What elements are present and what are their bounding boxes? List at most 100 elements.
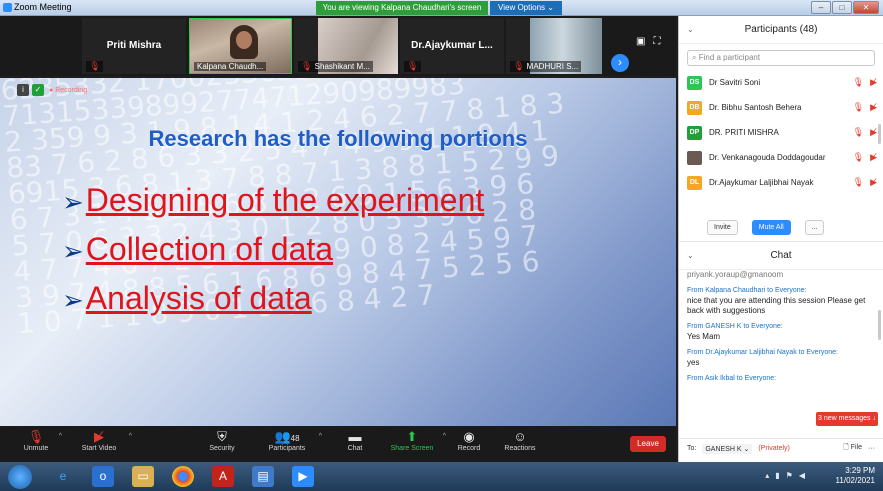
recording-label: ● Recording (49, 86, 88, 94)
participant-name: Dr. Bibhu Santosh Behera (709, 103, 802, 112)
participants-button[interactable]: 👥48 Participants ^ (262, 429, 322, 452)
video-off-icon: ▶̸ (870, 77, 877, 87)
participant-list: DS Dr Savitri Soni 🎙 ▶̸ DB Dr. Bibhu Sant… (679, 70, 883, 212)
chevron-up-icon: ^ (442, 433, 446, 440)
security-button[interactable]: ⛨ Security (202, 429, 242, 452)
minimize-button[interactable]: – (811, 1, 831, 14)
zoom-taskbar-icon[interactable]: ▶ (292, 466, 314, 487)
bullet-arrow-icon: ➢ (62, 236, 84, 266)
unmute-button[interactable]: 🎙 Unmute ^ (20, 429, 62, 452)
folder-icon[interactable]: ▭ (132, 466, 154, 487)
muted-mic-icon: 🎙 (27, 429, 45, 444)
participants-header: ⌄ Participants (48) (679, 16, 883, 44)
chevron-down-icon[interactable]: ⌄ (687, 16, 694, 44)
message-text: yes (687, 358, 700, 367)
muted-mic-icon: 🎙 (852, 77, 865, 87)
tile-name: Dr.Ajaykumar L... (411, 40, 493, 51)
recipient-dropdown[interactable]: GANESH K ⌄ (702, 443, 753, 454)
participant-search-input[interactable]: ⌕ Find a participant (687, 50, 875, 66)
muted-mic-icon: 🎙 (89, 61, 101, 71)
video-tile-active-speaker[interactable]: Kalpana Chaudh... (189, 18, 292, 74)
bullet-arrow-icon: ➢ (62, 285, 84, 315)
video-tile[interactable]: 🎙 MADHURI S... (506, 18, 602, 74)
close-button[interactable]: ✕ (853, 1, 879, 14)
participant-row[interactable]: DP DR. PRITI MISHRA 🎙 ▶̸ (679, 120, 883, 145)
next-page-arrow-icon[interactable]: › (611, 54, 629, 72)
avatar (687, 150, 702, 165)
participant-name: Dr. Venkanagouda Doddagoudar (709, 153, 826, 162)
video-strip: Priti Mishra 🎙 Kalpana Chaudh... 🎙 Shash… (0, 16, 676, 76)
chat-title: Chat (770, 250, 792, 261)
video-off-icon: ▶̸ (870, 127, 877, 137)
file-button[interactable]: 🗋 File (843, 443, 862, 454)
zoom-window: Zoom Meeting You are viewing Kalpana Cha… (0, 0, 883, 491)
layout-icons[interactable]: ▣⛶ (636, 36, 668, 47)
chat-messages: priyank.yoraup@gmanoom From Kalpana Chau… (679, 270, 883, 438)
participant-name: DR. PRITI MISHRA (709, 128, 779, 137)
chat-header: ⌄ Chat (679, 242, 883, 270)
chrome-icon[interactable] (172, 466, 194, 487)
side-panel: ⌄ Participants (48) ⌕ Find a participant… (678, 16, 883, 471)
ie-icon[interactable]: e (52, 466, 74, 487)
clock[interactable]: 3:29 PM 11/02/2021 (836, 466, 875, 486)
leave-button[interactable]: Leave (630, 436, 666, 452)
chevron-down-icon[interactable]: ⌄ (687, 242, 694, 270)
recording-indicator[interactable]: i ✓ ● Recording (17, 84, 87, 96)
avatar: DB (687, 100, 702, 115)
chat-button[interactable]: ▬ Chat (342, 429, 368, 452)
start-button[interactable] (8, 465, 32, 489)
start-video-button[interactable]: ▶̸ Start Video ^ (76, 429, 132, 452)
slide-title: Research has the following portions (148, 126, 528, 151)
record-button[interactable]: ◉ Record (454, 429, 484, 452)
tile-footer: 🎙 Shashikant M... (298, 61, 373, 72)
tile-footer: 🎙 MADHURI S... (510, 61, 582, 72)
participant-row[interactable]: DS Dr Savitri Soni 🎙 ▶̸ (679, 70, 883, 95)
new-messages-badge[interactable]: 3 new messages ↓ (816, 412, 878, 426)
mute-all-button[interactable]: Mute All (751, 220, 791, 235)
person-face (236, 31, 252, 49)
acrobat-icon[interactable]: A (212, 466, 234, 487)
reactions-button[interactable]: ☺ Reactions (502, 429, 538, 452)
to-label: To: (687, 445, 697, 452)
fullscreen-icon: ⛶ (653, 36, 669, 47)
shield-icon[interactable]: ✓ (32, 84, 44, 96)
tray-icons[interactable]: ▴▮⚑◀ (765, 471, 811, 480)
tile-footer: 🎙 (86, 61, 104, 72)
view-options-button[interactable]: View Options ⌄ (490, 1, 562, 15)
participant-row[interactable]: DL Dr.Ajaykumar Laljibhai Nayak 🎙 ▶̸ (679, 170, 883, 195)
muted-mic-icon: 🎙 (301, 61, 313, 71)
share-screen-button[interactable]: ⬆ Share Screen ^ (388, 429, 446, 452)
chat-scrollbar[interactable] (878, 310, 881, 340)
chat-message: From Asik Ikbal to Everyone: (679, 371, 883, 387)
tile-footer: Kalpana Chaudh... (194, 62, 267, 71)
shared-screen: 6235332 1700233635150355 5 7131533989927… (0, 78, 676, 426)
info-icon[interactable]: i (17, 84, 29, 96)
participant-row[interactable]: DB Dr. Bibhu Santosh Behera 🎙 ▶̸ (679, 95, 883, 120)
tile-name: Priti Mishra (106, 40, 162, 51)
chat-cut-text: priyank.yoraup@gmanoom (687, 270, 784, 279)
chat-more-button[interactable]: ··· (868, 445, 875, 452)
more-button[interactable]: ... (804, 220, 825, 235)
share-screen-icon: ⬆ (406, 429, 418, 444)
tile-footer: 🎙 (404, 61, 422, 72)
participant-name: Dr.Ajaykumar Laljibhai Nayak (709, 178, 814, 187)
window-title: Zoom Meeting (14, 2, 72, 12)
muted-mic-icon: 🎙 (852, 102, 865, 112)
record-icon: ◉ (463, 429, 475, 444)
muted-mic-icon: 🎙 (513, 61, 525, 71)
chat-icon: ▬ (348, 429, 362, 444)
chat-message: From Dr.Ajaykumar Laljibhai Nayak to Eve… (679, 345, 883, 371)
video-tile[interactable]: 🎙 Shashikant M... (294, 18, 398, 74)
video-tile[interactable]: Priti Mishra 🎙 (82, 18, 186, 74)
participant-row[interactable]: Dr. Venkanagouda Doddagoudar 🎙 ▶̸ (679, 145, 883, 170)
volume-icon: ◀ (798, 471, 811, 480)
presentation-icon[interactable]: ▤ (252, 466, 274, 487)
outlook-icon[interactable]: o (92, 466, 114, 487)
invite-button[interactable]: Invite (707, 220, 738, 235)
signal-icon: ▮ (775, 471, 786, 480)
chat-message: From Kalpana Chaudhari to Everyone: nice… (679, 283, 883, 319)
participant-scrollbar[interactable] (878, 124, 881, 144)
video-off-icon: ▶̸ (94, 429, 104, 444)
video-tile[interactable]: Dr.Ajaykumar L... 🎙 (400, 18, 504, 74)
maximize-button[interactable]: □ (832, 1, 852, 14)
